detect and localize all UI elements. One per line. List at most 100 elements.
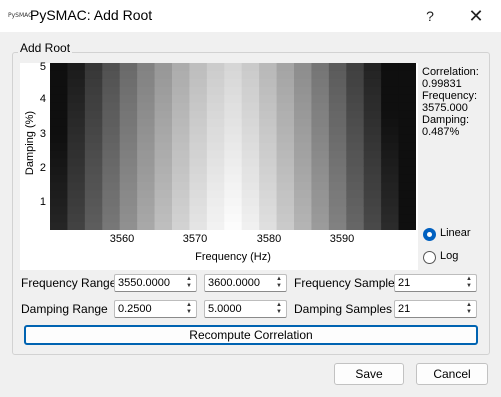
- heatmap-cell: [311, 182, 330, 191]
- spin-down-icon[interactable]: ▼: [183, 309, 195, 316]
- heatmap-cell: [50, 63, 69, 72]
- heatmap-cell: [172, 214, 191, 223]
- heatmap-cell: [119, 190, 138, 199]
- heatmap-cell: [154, 126, 173, 136]
- damping-max-spinbox[interactable]: 5.0000 ▲ ▼: [204, 300, 287, 318]
- correlation-heatmap[interactable]: [50, 63, 416, 230]
- spin-down-icon[interactable]: ▼: [463, 309, 475, 316]
- frequency-max-spinbox[interactable]: 3600.0000 ▲ ▼: [204, 274, 287, 292]
- spin-up-icon[interactable]: ▲: [463, 302, 475, 309]
- heatmap-cell: [311, 142, 330, 152]
- spin-down-icon[interactable]: ▼: [273, 309, 285, 316]
- heatmap-cell: [294, 94, 313, 104]
- heatmap-cell: [206, 78, 225, 88]
- heatmap-cell: [137, 158, 156, 167]
- heatmap-cell: [67, 126, 86, 136]
- frequency-samples-spinbox[interactable]: 21 ▲ ▼: [394, 274, 477, 292]
- heatmap-cell: [311, 86, 330, 96]
- heatmap-cell: [50, 174, 69, 183]
- heatmap-cell: [84, 126, 103, 136]
- heatmap-cell: [276, 70, 295, 80]
- heatmap-cell: [119, 174, 138, 183]
- spin-arrows[interactable]: ▲ ▼: [463, 276, 475, 290]
- damping-min-spinbox[interactable]: 0.2500 ▲ ▼: [114, 300, 197, 318]
- spin-up-icon[interactable]: ▲: [273, 302, 285, 309]
- frequency-min-spinbox[interactable]: 3550.0000 ▲ ▼: [114, 274, 197, 292]
- heatmap-cell: [328, 222, 347, 230]
- heatmap-cell: [102, 134, 121, 144]
- heatmap-cell: [363, 214, 382, 223]
- heatmap-cell: [189, 222, 208, 230]
- save-button[interactable]: Save: [334, 363, 404, 385]
- heatmap-cell: [241, 166, 260, 175]
- heatmap-cell: [102, 63, 121, 72]
- heatmap-cell: [172, 182, 191, 191]
- heatmap-cell: [241, 78, 260, 88]
- heatmap-cell: [381, 150, 400, 160]
- heatmap-cell: [154, 70, 173, 80]
- heatmap-cell: [381, 214, 400, 223]
- heatmap-cell: [102, 182, 121, 191]
- heatmap-cell: [102, 190, 121, 199]
- heatmap-cell: [206, 222, 225, 230]
- heatmap-cell: [259, 134, 278, 144]
- cancel-button[interactable]: Cancel: [416, 363, 488, 385]
- heatmap-cell: [311, 126, 330, 136]
- heatmap-cell: [189, 158, 208, 167]
- heatmap-cell: [206, 63, 225, 72]
- spin-arrows[interactable]: ▲ ▼: [273, 276, 285, 290]
- linear-radio[interactable]: Linear: [423, 227, 493, 243]
- heatmap-cell: [346, 198, 365, 207]
- heatmap-cell: [241, 134, 260, 144]
- close-button[interactable]: ✕: [456, 0, 496, 32]
- heatmap-cell: [119, 126, 138, 136]
- heatmap-cell: [154, 94, 173, 104]
- spin-down-icon[interactable]: ▼: [273, 283, 285, 290]
- heatmap-cell: [241, 110, 260, 120]
- heatmap-cell: [398, 134, 416, 144]
- damping-samples-spinbox[interactable]: 21 ▲ ▼: [394, 300, 477, 318]
- heatmap-cell: [346, 206, 365, 215]
- recompute-correlation-button[interactable]: Recompute Correlation: [24, 325, 478, 345]
- spin-down-icon[interactable]: ▼: [183, 283, 195, 290]
- heatmap-cell: [206, 166, 225, 175]
- heatmap-cell: [172, 134, 191, 144]
- heatmap-cell: [172, 63, 191, 72]
- heatmap-cell: [102, 78, 121, 88]
- heatmap-cell: [241, 198, 260, 207]
- heatmap-cell: [294, 206, 313, 215]
- spin-up-icon[interactable]: ▲: [183, 302, 195, 309]
- heatmap-cell: [346, 190, 365, 199]
- log-radio[interactable]: Log: [423, 250, 493, 266]
- heatmap-cell: [398, 182, 416, 191]
- heatmap-cell: [154, 214, 173, 223]
- heatmap-cell: [67, 222, 86, 230]
- heatmap-cell: [50, 134, 69, 144]
- heatmap-cell: [84, 70, 103, 80]
- heatmap-cell: [154, 190, 173, 199]
- heatmap-cell: [398, 118, 416, 128]
- spin-up-icon[interactable]: ▲: [463, 276, 475, 283]
- heatmap-cell: [363, 150, 382, 160]
- heatmap-cell: [241, 222, 260, 230]
- heatmap-cell: [241, 86, 260, 96]
- heatmap-cell: [172, 70, 191, 80]
- heatmap-cell: [398, 158, 416, 167]
- heatmap-cell: [206, 190, 225, 199]
- heatmap-cell: [398, 86, 416, 96]
- spin-arrows[interactable]: ▲ ▼: [463, 302, 475, 316]
- heatmap-cell: [259, 78, 278, 88]
- heatmap-cell: [294, 134, 313, 144]
- spin-up-icon[interactable]: ▲: [183, 276, 195, 283]
- heatmap-cell: [346, 222, 365, 230]
- spin-arrows[interactable]: ▲ ▼: [183, 302, 195, 316]
- spin-arrows[interactable]: ▲ ▼: [183, 276, 195, 290]
- spin-arrows[interactable]: ▲ ▼: [273, 302, 285, 316]
- spin-up-icon[interactable]: ▲: [273, 276, 285, 283]
- heatmap-cell: [311, 158, 330, 167]
- heatmap-cell: [346, 94, 365, 104]
- heatmap-cell: [241, 190, 260, 199]
- title-bar: PySMAC PySMAC: Add Root ? ✕: [0, 0, 501, 32]
- spin-down-icon[interactable]: ▼: [463, 283, 475, 290]
- help-button[interactable]: ?: [410, 0, 450, 32]
